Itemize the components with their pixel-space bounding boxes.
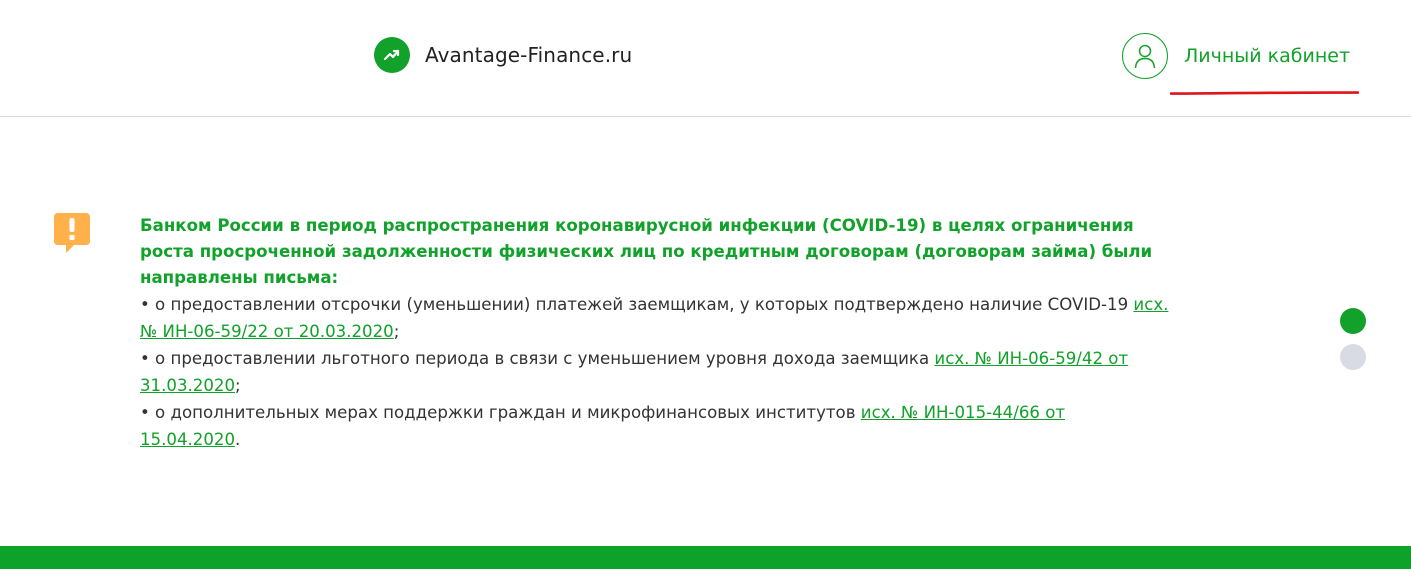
notice-item-suffix: . — [235, 430, 241, 449]
warning-icon — [54, 213, 90, 253]
notice-item: • о предоставлении льготного периода в с… — [140, 345, 1170, 399]
notice-item-suffix: ; — [235, 376, 241, 395]
user-icon — [1122, 33, 1168, 79]
notice-item: • о дополнительных мерах поддержки гражд… — [140, 399, 1170, 453]
notice-item: • о предоставлении отсрочки (уменьшении)… — [140, 291, 1170, 345]
highlight-underline — [1170, 91, 1359, 95]
personal-account-link[interactable]: Личный кабинет — [1122, 31, 1350, 81]
slider-dot-2[interactable] — [1340, 344, 1366, 370]
footer-band — [0, 546, 1411, 569]
site-header: Avantage-Finance.ru Личный кабинет — [0, 0, 1411, 117]
slider-pagination — [1340, 308, 1366, 380]
notice-item-text: • о дополнительных мерах поддержки гражд… — [140, 403, 861, 422]
notice-item-suffix: ; — [393, 322, 400, 341]
notice-title: Банком России в период распространения к… — [140, 216, 1153, 287]
covid-notice: Банком России в период распространения к… — [140, 213, 1170, 453]
site-logo-text: Avantage-Finance.ru — [425, 43, 633, 67]
site-logo[interactable]: Avantage-Finance.ru — [374, 37, 632, 73]
slider-dot-1[interactable] — [1340, 308, 1366, 334]
notice-item-text: • о предоставлении отсрочки (уменьшении)… — [140, 295, 1134, 314]
trend-up-icon — [374, 37, 410, 73]
notice-item-text: • о предоставлении льготного периода в с… — [140, 349, 935, 368]
personal-account-label: Личный кабинет — [1184, 45, 1351, 67]
